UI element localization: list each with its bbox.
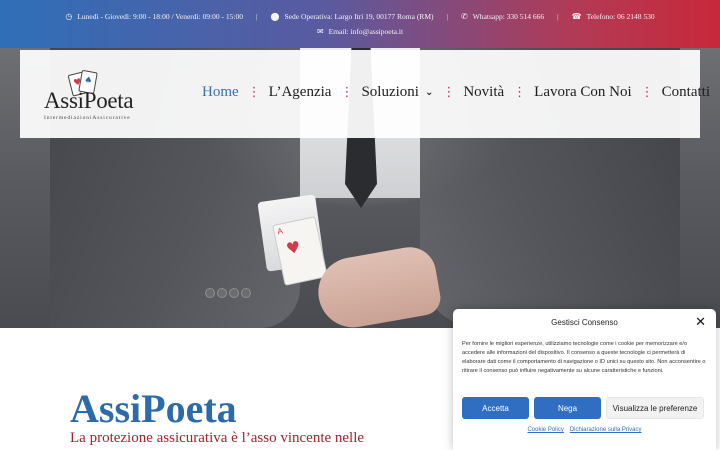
office-address-text[interactable]: Sede Operativa: Largo Itri 19, 00177 Rom…	[284, 12, 433, 21]
email-text[interactable]: Email: info@assipoeta.it	[329, 27, 403, 36]
nav-separator: ⋮	[513, 85, 526, 100]
heart-icon: ♥	[284, 237, 303, 259]
cookie-policy-link[interactable]: Cookie Policy	[527, 427, 563, 433]
phone-text[interactable]: Telefono: 06 2148 530	[587, 12, 655, 21]
nav-item-soluzioni[interactable]: Soluzioni ⌄	[361, 84, 433, 101]
page-title: AssiPoeta	[70, 386, 237, 431]
nav-separator: ⋮	[640, 85, 654, 100]
nav-item-home[interactable]: Home	[202, 84, 239, 101]
cookie-buttons: Accetta Nega Visualizza le preferenze	[462, 397, 704, 419]
top-email-row: ✉ Email: info@assipoeta.it	[0, 27, 720, 36]
opening-hours: ◷ Lunedì - Giovedì: 9:00 - 18:00 / Vener…	[65, 12, 243, 21]
nav-item-lavora-con-noi[interactable]: Lavora Con Noi	[534, 84, 631, 101]
nav-separator: ⋮	[340, 85, 353, 100]
phone-icon: ☎	[571, 12, 582, 21]
chevron-down-icon[interactable]: ⌄	[425, 87, 433, 98]
envelope-icon: ✉	[316, 27, 324, 36]
nav-item-label[interactable]: L’Agenzia	[269, 84, 332, 101]
page-subtitle: La protezione assicurativa è l’asso vinc…	[70, 430, 365, 446]
site-logo[interactable]: ♥ ♠ AssiPoeta IntermediazioniAssicurativ…	[42, 68, 147, 123]
nav-item-agenzia[interactable]: L’Agenzia	[269, 84, 332, 101]
topbar-separator: |	[446, 12, 448, 21]
phone-contact[interactable]: ☎ Telefono: 06 2148 530	[572, 12, 655, 21]
nav-item-label[interactable]: Home	[202, 84, 239, 101]
nav-item-label[interactable]: Soluzioni	[361, 84, 419, 101]
logo-tagline: IntermediazioniAssicurative	[44, 115, 131, 121]
nav-item-label[interactable]: Novità	[463, 84, 504, 101]
nav-item-novita[interactable]: Novità	[463, 84, 504, 101]
office-address[interactable]: ⬤ Sede Operativa: Largo Itri 19, 00177 R…	[271, 12, 434, 21]
sleeve-button	[205, 288, 215, 298]
card-corner-mark: A	[276, 226, 284, 237]
hero-hand	[312, 243, 444, 328]
topbar-separator: |	[557, 12, 559, 21]
topbar-separator: |	[256, 12, 258, 21]
top-info-bar: ◷ Lunedì - Giovedì: 9:00 - 18:00 / Vener…	[0, 0, 720, 48]
privacy-statement-link[interactable]: Dichiarazione sulla Privacy	[570, 427, 642, 433]
whatsapp-contact[interactable]: ✆ Whatsapp: 330 514 666	[461, 12, 544, 21]
deny-button[interactable]: Nega	[534, 397, 601, 419]
nav-separator: ⋮	[247, 85, 261, 100]
clock-icon: ◷	[65, 12, 73, 21]
close-icon[interactable]: ✕	[695, 315, 706, 330]
cookie-dialog-title: Gestisci Consenso	[551, 318, 618, 327]
cookie-links: Cookie Policy Dichiarazione sulla Privac…	[453, 427, 716, 433]
map-marker-icon: ⬤	[270, 12, 280, 21]
cookie-dialog-text: Per fornire le migliori esperienze, util…	[462, 341, 706, 374]
top-info-row: ◷ Lunedì - Giovedì: 9:00 - 18:00 / Vener…	[0, 12, 720, 21]
sleeve-button	[217, 288, 227, 298]
sleeve-button	[229, 288, 239, 298]
hero-sleeve-buttons	[205, 288, 251, 298]
sleeve-button	[241, 288, 251, 298]
view-preferences-button[interactable]: Visualizza le preferenze	[606, 397, 704, 419]
logo-name: AssiPoeta	[44, 88, 134, 113]
nav-item-label[interactable]: Contatti	[662, 84, 710, 101]
accept-button[interactable]: Accetta	[462, 397, 529, 419]
whatsapp-icon: ✆	[461, 12, 468, 21]
nav-separator: ⋮	[442, 85, 455, 100]
main-nav: Home ⋮ L’Agenzia ⋮ Soluzioni ⌄ ⋮ Novità …	[202, 84, 710, 101]
nav-item-contatti[interactable]: Contatti	[662, 84, 710, 101]
opening-hours-text: Lunedì - Giovedì: 9:00 - 18:00 / Venerdì…	[77, 12, 244, 21]
cookie-consent-dialog: Gestisci Consenso ✕ Per fornire le migli…	[453, 309, 716, 450]
nav-item-label[interactable]: Lavora Con Noi	[534, 84, 631, 101]
email-contact[interactable]: ✉ Email: info@assipoeta.it	[317, 27, 403, 36]
whatsapp-text[interactable]: Whatsapp: 330 514 666	[473, 12, 544, 21]
header-nav-box: ♥ ♠ AssiPoeta IntermediazioniAssicurativ…	[20, 50, 710, 138]
